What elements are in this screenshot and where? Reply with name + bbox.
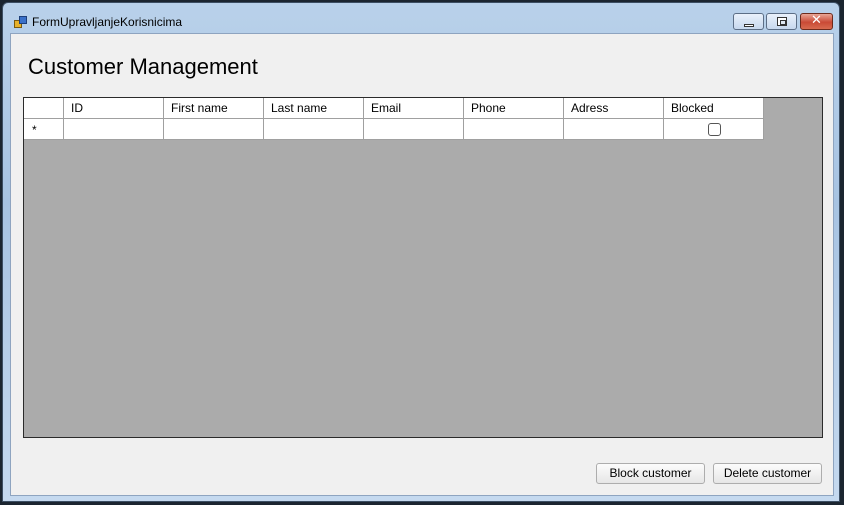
cell-first-name[interactable]	[164, 119, 264, 140]
delete-customer-button[interactable]: Delete customer	[713, 463, 822, 484]
cell-id[interactable]	[64, 119, 164, 140]
app-form-icon	[14, 16, 27, 28]
column-header-first-name[interactable]: First name	[164, 98, 264, 119]
window-title: FormUpravljanjeKorisnicima	[32, 15, 183, 29]
column-header-id[interactable]: ID	[64, 98, 164, 119]
grid-header-row: ID First name Last name Email Phone Adre…	[24, 98, 764, 119]
cell-blocked[interactable]	[664, 119, 764, 140]
minimize-button[interactable]	[733, 13, 764, 30]
customers-data-grid[interactable]: ID First name Last name Email Phone Adre…	[23, 97, 823, 438]
cell-phone[interactable]	[464, 119, 564, 140]
block-customer-button[interactable]: Block customer	[596, 463, 705, 484]
row-header-new[interactable]: *	[24, 119, 64, 140]
column-header-email[interactable]: Email	[364, 98, 464, 119]
form-client-area: Customer Management ID First name Last n…	[10, 33, 834, 496]
column-header-phone[interactable]: Phone	[464, 98, 564, 119]
app-window: FormUpravljanjeKorisnicima ✕ Customer Ma…	[2, 2, 840, 502]
new-row-asterisk-icon: *	[32, 123, 37, 137]
column-header-adress[interactable]: Adress	[564, 98, 664, 119]
checkbox-unchecked-icon[interactable]	[708, 123, 721, 136]
title-bar[interactable]: FormUpravljanjeKorisnicima ✕	[3, 3, 839, 33]
cell-email[interactable]	[364, 119, 464, 140]
cell-last-name[interactable]	[264, 119, 364, 140]
new-row: *	[24, 119, 764, 140]
column-header-blocked[interactable]: Blocked	[664, 98, 764, 119]
close-icon: ✕	[811, 13, 822, 28]
page-title: Customer Management	[28, 54, 258, 79]
column-header-last-name[interactable]: Last name	[264, 98, 364, 119]
minimize-icon	[744, 24, 754, 27]
row-header-corner[interactable]	[24, 98, 64, 119]
maximize-icon	[777, 17, 787, 26]
close-button[interactable]: ✕	[800, 13, 833, 30]
cell-adress[interactable]	[564, 119, 664, 140]
maximize-button[interactable]	[766, 13, 797, 30]
